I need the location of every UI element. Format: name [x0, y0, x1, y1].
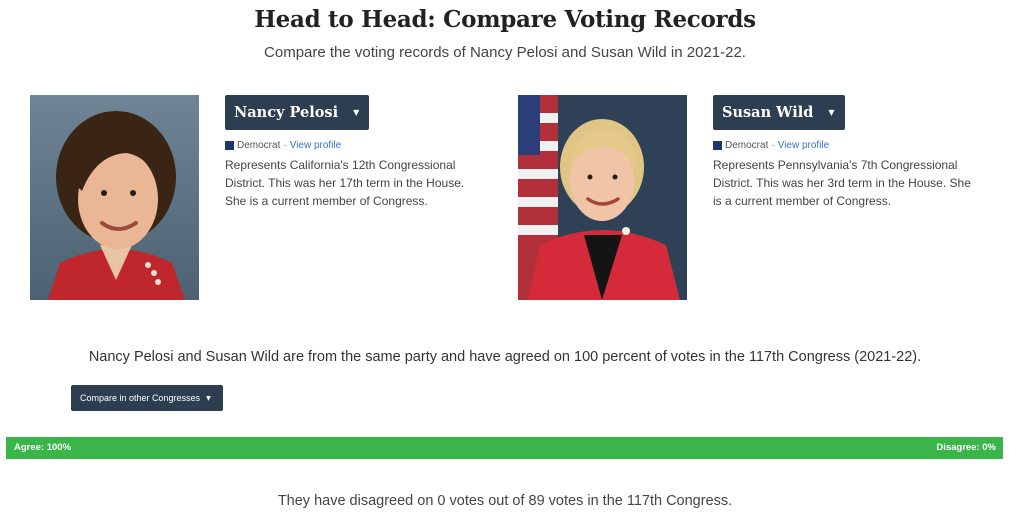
- separator: ·: [283, 139, 287, 151]
- party-line: Democrat · View profile: [713, 139, 973, 151]
- separator: ·: [771, 139, 775, 151]
- page-title: Head to Head: Compare Voting Records: [254, 6, 756, 33]
- party-label: Democrat: [725, 139, 769, 151]
- member-photo-wild: [518, 95, 687, 300]
- party-color-swatch: [225, 140, 234, 150]
- member-description: Represents Pennsylvania's 7th Congressio…: [713, 158, 971, 208]
- agreement-bar: Agree: 100% Disagree: 0%: [6, 437, 1003, 459]
- agree-bar-fill: [6, 437, 1003, 459]
- member-photo-pelosi: [30, 95, 199, 300]
- party-label: Democrat: [237, 139, 281, 151]
- compare-congresses-button[interactable]: Compare in other Congresses ▼: [71, 385, 223, 411]
- member-description: Represents California's 12th Congression…: [225, 158, 465, 208]
- member-select-button[interactable]: Nancy Pelosi ▼: [225, 95, 370, 130]
- member-name: Nancy Pelosi: [234, 104, 339, 121]
- view-profile-link[interactable]: View profile: [290, 140, 342, 151]
- disagreement-summary: They have disagreed on 0 votes out of 89…: [277, 493, 733, 509]
- member-card-wild: Susan Wild ▼ Democrat · View profile Rep…: [713, 95, 973, 210]
- caret-down-icon: ▼: [206, 394, 211, 402]
- agreement-summary: Nancy Pelosi and Susan Wild are from the…: [88, 349, 922, 365]
- party-color-swatch: [713, 140, 722, 150]
- view-profile-link[interactable]: View profile: [778, 140, 830, 151]
- member-name: Susan Wild: [722, 104, 814, 121]
- member-card-pelosi: Nancy Pelosi ▼ Democrat · View profile R…: [225, 95, 485, 210]
- page-subtitle: Compare the voting records of Nancy Pelo…: [264, 44, 746, 61]
- caret-down-icon: ▼: [353, 108, 360, 117]
- disagree-label: Disagree: 0%: [936, 442, 996, 453]
- member-select-button[interactable]: Susan Wild ▼: [713, 95, 845, 130]
- party-line: Democrat · View profile: [225, 139, 485, 151]
- caret-down-icon: ▼: [828, 108, 835, 117]
- compare-congresses-label: Compare in other Congresses: [80, 393, 201, 403]
- agree-label: Agree: 100%: [14, 442, 72, 453]
